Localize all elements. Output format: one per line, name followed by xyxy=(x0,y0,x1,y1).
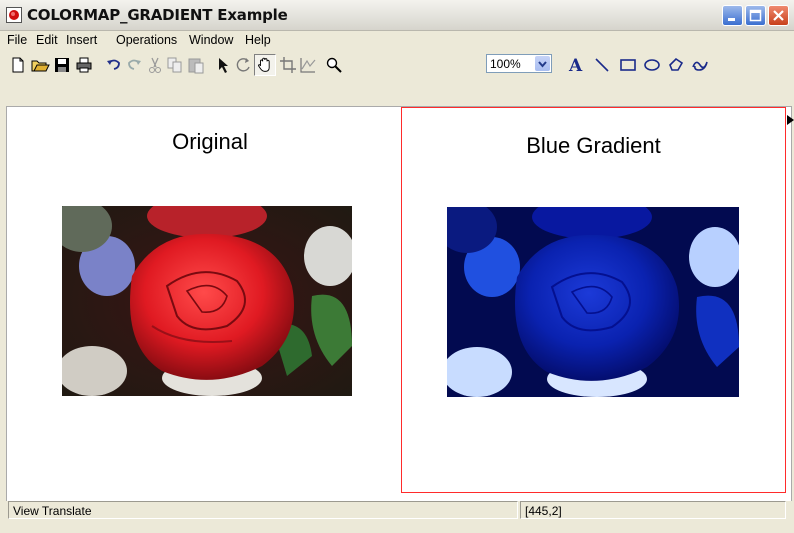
close-icon xyxy=(773,10,784,21)
status-coords: [445,2] xyxy=(525,504,562,518)
polygon-tool-icon[interactable] xyxy=(666,55,686,75)
toolbar: 100% A xyxy=(0,51,794,78)
application-window: COLORMAP_GRADIENT Example File Edit Inse… xyxy=(0,0,794,533)
status-mode: View Translate xyxy=(13,504,92,518)
profile-icon[interactable] xyxy=(298,55,318,75)
panel-title-blue-gradient: Blue Gradient xyxy=(526,133,661,158)
menu-edit[interactable]: Edit xyxy=(36,33,58,47)
save-icon[interactable] xyxy=(52,55,72,75)
minimize-button[interactable] xyxy=(722,5,743,26)
chevron-down-icon xyxy=(538,61,547,68)
redo-icon[interactable] xyxy=(124,55,144,75)
status-bar: View Translate [445,2] xyxy=(0,501,794,533)
zoom-icon[interactable] xyxy=(324,55,344,75)
pan-hand-icon[interactable] xyxy=(254,54,276,76)
status-coords-cell: [445,2] xyxy=(520,501,786,519)
rose-photo[interactable] xyxy=(62,206,352,396)
open-icon[interactable] xyxy=(30,55,50,75)
rotate-icon[interactable] xyxy=(234,55,254,75)
maximize-icon xyxy=(749,9,762,22)
rose-blue-gradient[interactable] xyxy=(447,207,739,397)
select-arrow-icon[interactable] xyxy=(214,55,234,75)
menu-window[interactable]: Window xyxy=(189,33,233,47)
scroll-right-icon[interactable] xyxy=(787,115,794,125)
cut-icon[interactable] xyxy=(145,55,165,75)
maximize-button[interactable] xyxy=(745,5,766,26)
title-bar[interactable]: COLORMAP_GRADIENT Example xyxy=(0,0,794,31)
zoom-value: 100% xyxy=(490,57,521,71)
freehand-tool-icon[interactable] xyxy=(690,55,710,75)
menu-bar: File Edit Insert Operations Window Help xyxy=(0,31,794,50)
zoom-select[interactable]: 100% xyxy=(486,54,552,73)
menu-help[interactable]: Help xyxy=(245,33,271,47)
status-mode-cell: View Translate xyxy=(8,501,518,519)
zoom-dropdown-button[interactable] xyxy=(535,56,550,71)
text-tool-icon[interactable]: A xyxy=(566,55,586,75)
minimize-icon xyxy=(728,18,735,21)
undo-icon[interactable] xyxy=(104,55,124,75)
svg-text:A: A xyxy=(568,56,583,75)
menu-file[interactable]: File xyxy=(7,33,27,47)
close-button[interactable] xyxy=(768,5,789,26)
print-icon[interactable] xyxy=(74,55,94,75)
image-canvas[interactable]: Original Blue Gradient xyxy=(6,106,792,502)
menu-insert[interactable]: Insert xyxy=(66,33,97,47)
menu-operations[interactable]: Operations xyxy=(116,33,177,47)
copy-icon[interactable] xyxy=(165,55,185,75)
rectangle-tool-icon[interactable] xyxy=(618,55,638,75)
panel-title-original: Original xyxy=(172,129,248,154)
new-icon[interactable] xyxy=(8,55,28,75)
panel-original[interactable]: Original xyxy=(15,107,405,493)
panel-blue-gradient[interactable]: Blue Gradient xyxy=(401,107,786,493)
paste-icon[interactable] xyxy=(186,55,206,75)
line-tool-icon[interactable] xyxy=(592,55,612,75)
app-icon xyxy=(6,7,22,23)
ellipse-tool-icon[interactable] xyxy=(642,55,662,75)
window-title: COLORMAP_GRADIENT Example xyxy=(27,6,288,24)
crop-icon[interactable] xyxy=(278,55,298,75)
